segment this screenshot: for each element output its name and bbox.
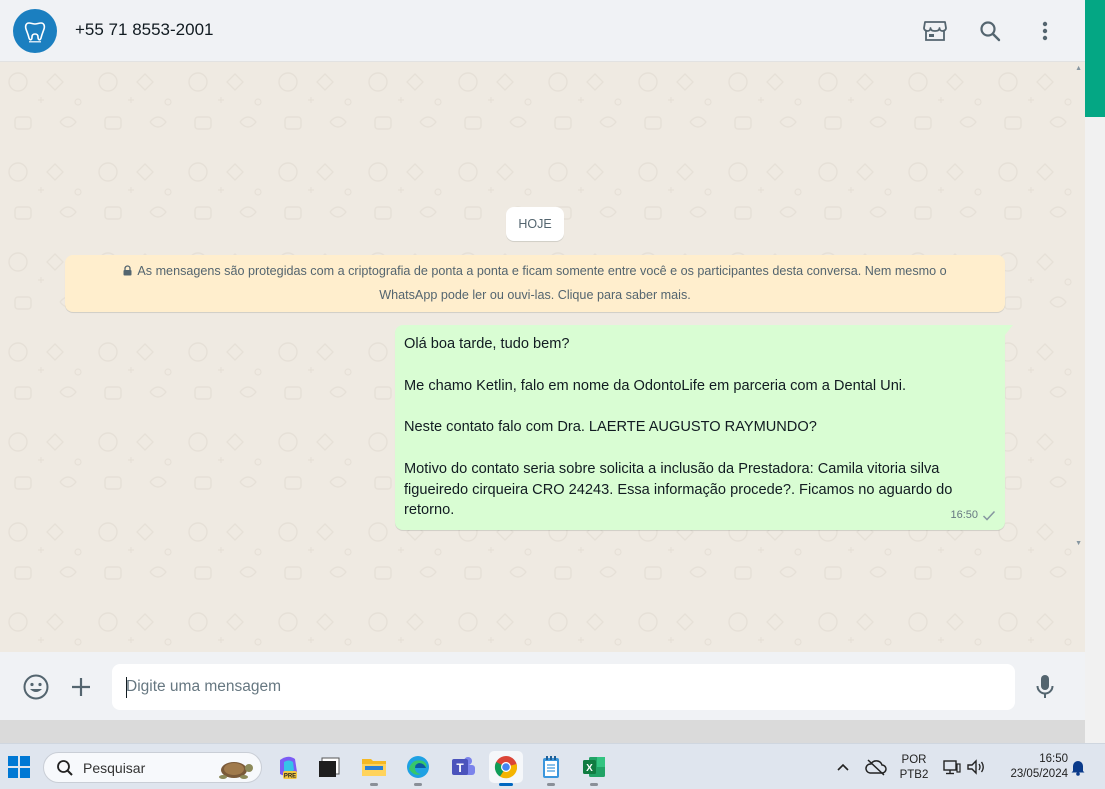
taskbar-search[interactable]: Pesquisar — [43, 752, 262, 783]
message-meta: 16:50 — [950, 505, 996, 526]
clock-date: 23/05/2024 — [1010, 768, 1068, 780]
terminal-icon[interactable] — [312, 751, 346, 783]
svg-text:X: X — [586, 763, 593, 774]
contact-name[interactable]: +55 71 8553-2001 — [75, 20, 214, 40]
menu-icon[interactable] — [1031, 17, 1059, 45]
clock[interactable]: 16:50 23/05/2024 — [996, 752, 1068, 782]
attach-plus-icon[interactable] — [66, 672, 96, 702]
search-icon[interactable] — [976, 17, 1004, 45]
single-check-icon — [982, 511, 996, 521]
message-paragraph: Motivo do contato seria sobre solicita a… — [404, 460, 940, 477]
language-code: POR — [901, 754, 927, 766]
volume-icon[interactable] — [964, 751, 988, 783]
svg-text:T: T — [456, 761, 464, 775]
message-paragraph: retorno. — [404, 502, 455, 519]
clock-time: 16:50 — [1039, 753, 1068, 765]
microphone-icon[interactable] — [1030, 672, 1060, 702]
file-explorer-icon[interactable] — [357, 751, 391, 786]
network-icon[interactable] — [940, 751, 964, 783]
excel-icon[interactable]: X — [577, 751, 611, 786]
turtle-icon — [219, 761, 253, 779]
copilot-icon[interactable]: PRE — [271, 751, 305, 783]
scroll-up-arrow-icon[interactable]: ▲ — [1075, 65, 1082, 72]
message-input[interactable] — [112, 664, 1015, 710]
chat-header: +55 71 8553-2001 — [0, 0, 1085, 62]
lock-icon — [123, 261, 132, 284]
encryption-notice-line1: As mensagens são protegidas com a cripto… — [137, 264, 947, 278]
keyboard-layout: PTB2 — [899, 769, 929, 781]
bubble-tail — [1005, 325, 1013, 335]
message-paragraph: figueiredo cirqueira CRO 24243. Essa inf… — [404, 481, 953, 498]
message-paragraph: Me chamo Ketlin, falo em nome da OdontoL… — [404, 377, 907, 394]
message-time: 16:50 — [950, 509, 978, 522]
catalog-icon[interactable] — [921, 17, 949, 45]
edge-icon[interactable] — [401, 751, 435, 786]
notepad-icon[interactable] — [534, 751, 568, 786]
window-bottom-strip — [0, 720, 1085, 743]
scrollbar-thumb[interactable] — [1085, 0, 1105, 117]
chrome-icon[interactable] — [489, 751, 523, 786]
emoji-icon[interactable] — [21, 672, 51, 702]
message-paragraph: Olá boa tarde, tudo bem? — [404, 336, 570, 352]
encryption-notice-line2: WhatsApp pode ler ou ouvi-las. Clique pa… — [379, 288, 691, 302]
tooth-logo-icon — [24, 22, 46, 43]
teams-icon[interactable]: T — [446, 751, 480, 783]
taskbar-search-icon — [57, 759, 73, 776]
encryption-notice[interactable]: As mensagens são protegidas com a cripto… — [65, 255, 1005, 312]
scroll-down-arrow-icon[interactable]: ▼ — [1075, 540, 1082, 547]
svg-text:PRE: PRE — [284, 774, 296, 780]
taskbar-search-label: Pesquisar — [83, 759, 146, 776]
date-chip: HOJE — [506, 207, 564, 241]
contact-avatar[interactable] — [13, 9, 57, 53]
windows-start-icon[interactable] — [2, 751, 36, 783]
show-hidden-icons-chevron-icon[interactable] — [828, 751, 858, 783]
text-caret — [126, 677, 127, 698]
notification-bell-icon[interactable] — [1068, 751, 1088, 783]
outgoing-message-bubble[interactable]: Olá boa tarde, tudo bem? Me chamo Ketlin… — [395, 325, 1005, 530]
windows-taskbar: Pesquisar PRE T X POR PTB2 16:50 23/05/2… — [0, 743, 1105, 789]
onedrive-offline-icon[interactable] — [861, 751, 891, 783]
composer-bar — [0, 652, 1085, 720]
input-language-indicator[interactable]: POR PTB2 — [896, 753, 932, 783]
message-paragraph: Neste contato falo com Dra. LAERTE AUGUS… — [404, 419, 817, 436]
